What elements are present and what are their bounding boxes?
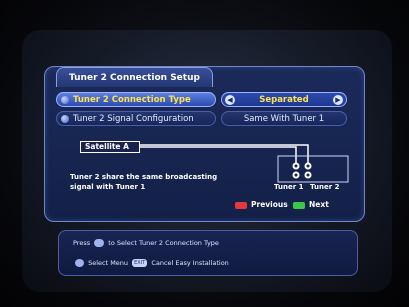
help-line-menu: Select Menu EXIT Cancel Easy Installatio… xyxy=(73,259,229,268)
left-right-key-icon xyxy=(94,239,105,247)
satellite-label: Satellite A xyxy=(80,141,140,153)
exit-key-icon: EXIT xyxy=(132,259,148,267)
help-bar: Press to Select Tuner 2 Connection Type … xyxy=(58,230,358,276)
red-key-icon xyxy=(235,201,247,209)
green-key-icon xyxy=(293,201,305,209)
tuner1-label: Tuner 1 xyxy=(274,183,304,191)
next-button[interactable]: Next xyxy=(293,200,329,210)
cable-line-1 xyxy=(140,146,297,163)
connection-description: Tuner 2 share the same broadcasting sign… xyxy=(70,173,218,191)
help-line-select: Press to Select Tuner 2 Connection Type xyxy=(73,239,219,247)
tuner2-label: Tuner 2 xyxy=(310,183,340,191)
dpad-icon xyxy=(75,259,84,267)
previous-button[interactable]: Previous xyxy=(235,200,288,210)
receiver-box xyxy=(277,155,349,183)
